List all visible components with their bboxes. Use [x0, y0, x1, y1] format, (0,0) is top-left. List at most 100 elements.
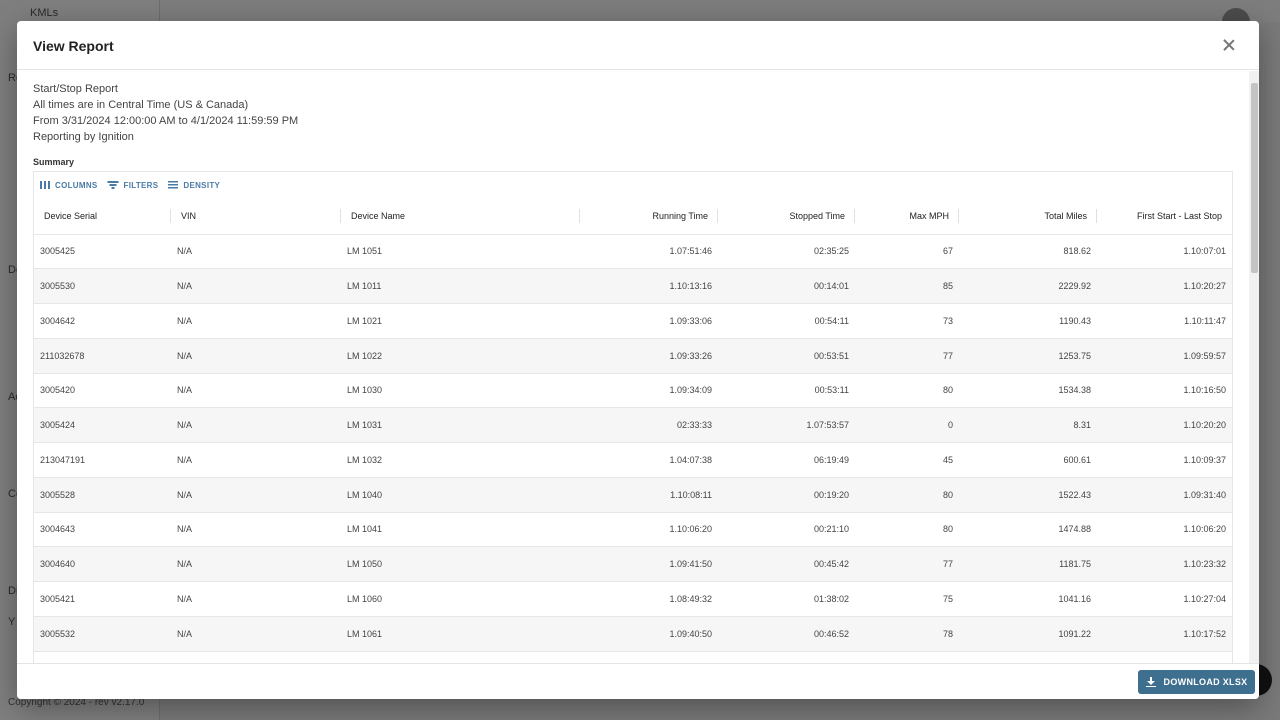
filters-button[interactable]: FILTERS — [107, 181, 159, 190]
table-cell: LM 1041 — [341, 512, 580, 548]
table-cell: 06:05:28 — [718, 651, 855, 663]
table-cell: 3004642 — [34, 303, 171, 339]
table-cell: N/A — [171, 442, 341, 478]
table-cell: N/A — [171, 651, 341, 663]
column-header-first-start-last-stop[interactable]: First Start - Last Stop — [1097, 198, 1232, 235]
table-cell: 1041.16 — [959, 581, 1097, 617]
filter-icon — [107, 181, 119, 189]
table-cell: 1.08:49:32 — [580, 581, 718, 617]
table-cell: 1.10:17:52 — [1097, 616, 1232, 652]
table-cell: 1.09:33:26 — [580, 338, 718, 374]
close-icon[interactable] — [1221, 37, 1237, 53]
table-cell: 67 — [855, 234, 959, 270]
table-cell: 1.10:06:20 — [1097, 512, 1232, 548]
report-name: Start/Stop Report — [33, 83, 118, 95]
table-row[interactable]: 3005532 N/A LM 1061 1.09:40:50 00:46:52 78 109… — [34, 616, 1232, 652]
table-cell: 1.10:11:47 — [1097, 303, 1232, 339]
column-header-total-miles[interactable]: Total Miles — [959, 198, 1097, 235]
table-row[interactable]: 3005530 N/A LM 1011 1.10:13:16 00:14:01 85 222… — [34, 268, 1232, 304]
table-row[interactable]: 3005528 N/A LM 1040 1.10:08:11 00:19:20 80 152… — [34, 477, 1232, 513]
table-cell: 1.10:27:04 — [1097, 581, 1232, 617]
table-row[interactable]: 3004642 N/A LM 1021 1.09:33:06 00:54:11 73 119… — [34, 303, 1232, 339]
table-cell: LM 1070 — [341, 651, 580, 663]
table-cell: 3005530 — [34, 268, 171, 304]
columns-icon — [40, 181, 50, 189]
table-row[interactable]: 211032678 N/A LM 1022 1.09:33:26 00:53:51 77 1… — [34, 338, 1232, 374]
dialog-scrollbar[interactable] — [1249, 71, 1259, 663]
report-meta: Start/Stop Report All times are in Centr… — [33, 81, 298, 145]
column-header-running-time[interactable]: Running Time — [580, 198, 718, 235]
columns-button[interactable]: COLUMNS — [40, 181, 98, 190]
table-cell: 80 — [855, 512, 959, 548]
table-cell: N/A — [171, 303, 341, 339]
summary-table: Device Serial VIN Device Name Running Ti… — [34, 198, 1232, 663]
table-cell: N/A — [171, 512, 341, 548]
columns-label: COLUMNS — [55, 180, 98, 190]
table-cell: 00:46:52 — [718, 616, 855, 652]
column-header-stopped-time[interactable]: Stopped Time — [718, 198, 855, 235]
table-cell: 1181.75 — [959, 546, 1097, 582]
table-cell: LM 1021 — [341, 303, 580, 339]
table-cell: LM 1050 — [341, 546, 580, 582]
grid-toolbar: COLUMNS FILTERS DENSITY — [34, 172, 1232, 198]
table-row[interactable]: 3005421 N/A LM 1060 1.08:49:32 01:38:02 75 104… — [34, 581, 1232, 617]
column-header-device-serial[interactable]: Device Serial — [34, 198, 171, 235]
table-row[interactable]: 3005424 N/A LM 1031 02:33:33 1.07:53:57 0 8.31… — [34, 407, 1232, 443]
table-cell: 1474.88 — [959, 512, 1097, 548]
table-cell: 00:53:11 — [718, 373, 855, 409]
table-cell: LM 1040 — [341, 477, 580, 513]
table-cell: 01:38:02 — [718, 581, 855, 617]
table-cell: 3005529 — [34, 651, 171, 663]
density-icon — [168, 181, 179, 189]
summary-data-grid: COLUMNS FILTERS DENSITY Device Serial VI… — [33, 171, 1233, 663]
table-cell: 3005532 — [34, 616, 171, 652]
table-cell: 1206.80 — [959, 651, 1097, 663]
table-cell: 77 — [855, 546, 959, 582]
table-cell: 1.09:31:40 — [1097, 477, 1232, 513]
download-xlsx-button[interactable]: DOWNLOAD XLSX — [1138, 670, 1255, 694]
table-cell: LM 1061 — [341, 616, 580, 652]
download-icon — [1145, 676, 1156, 688]
table-cell: 3005425 — [34, 234, 171, 270]
table-cell: 1.09:40:50 — [580, 616, 718, 652]
table-cell: LM 1031 — [341, 407, 580, 443]
table-row[interactable]: 213047191 N/A LM 1032 1.04:07:38 06:19:49 45 6… — [34, 442, 1232, 478]
density-button[interactable]: DENSITY — [168, 181, 220, 190]
column-header-max-mph[interactable]: Max MPH — [855, 198, 959, 235]
table-cell: 02:35:25 — [718, 234, 855, 270]
header-row: Device Serial VIN Device Name Running Ti… — [34, 198, 1232, 235]
table-cell: LM 1032 — [341, 442, 580, 478]
table-cell: LM 1030 — [341, 373, 580, 409]
table-row[interactable]: 3005425 N/A LM 1051 1.07:51:46 02:35:25 67 818… — [34, 234, 1232, 270]
table-cell: 06:19:49 — [718, 442, 855, 478]
table-cell: 3005528 — [34, 477, 171, 513]
column-header-device-name[interactable]: Device Name — [341, 198, 580, 235]
table-cell: 0 — [855, 407, 959, 443]
table-row[interactable]: 3004643 N/A LM 1041 1.10:06:20 00:21:10 80 147… — [34, 512, 1232, 548]
table-cell: 1.10:06:20 — [580, 512, 718, 548]
table-cell: 75 — [855, 581, 959, 617]
table-cell: 213047191 — [34, 442, 171, 478]
date-range: From 3/31/2024 12:00:00 AM to 4/1/2024 1… — [33, 115, 299, 127]
table-cell: 1.10:07:01 — [1097, 234, 1232, 270]
table-row[interactable]: 3005529N/ALM 10701.04:22:0606:05:2872120… — [34, 651, 1232, 663]
column-header-vin[interactable]: VIN — [171, 198, 341, 235]
dialog-header: View Report — [17, 21, 1259, 70]
table-cell: N/A — [171, 373, 341, 409]
table-cell: 1.10:20:20 — [1097, 407, 1232, 443]
table-cell: 1.07:53:57 — [718, 407, 855, 443]
table-cell: 1.09:33:06 — [580, 303, 718, 339]
density-label: DENSITY — [183, 180, 221, 190]
table-cell: 00:54:11 — [718, 303, 855, 339]
dialog-title: View Report — [33, 38, 114, 54]
table-cell: 1534.38 — [959, 373, 1097, 409]
table-cell: 1.09:34:09 — [580, 373, 718, 409]
scrollbar-thumb[interactable] — [1251, 83, 1258, 273]
table-row[interactable]: 3004640 N/A LM 1050 1.09:41:50 00:45:42 77 118… — [34, 546, 1232, 582]
table-cell: 600.61 — [959, 442, 1097, 478]
table-cell: LM 1051 — [341, 234, 580, 270]
table-cell: 1.10:16:50 — [1097, 373, 1232, 409]
table-row[interactable]: 3005420 N/A LM 1030 1.09:34:09 00:53:11 80 153… — [34, 373, 1232, 409]
table-cell: 1.04:22:06 — [580, 651, 718, 663]
table-cell: 818.62 — [959, 234, 1097, 270]
